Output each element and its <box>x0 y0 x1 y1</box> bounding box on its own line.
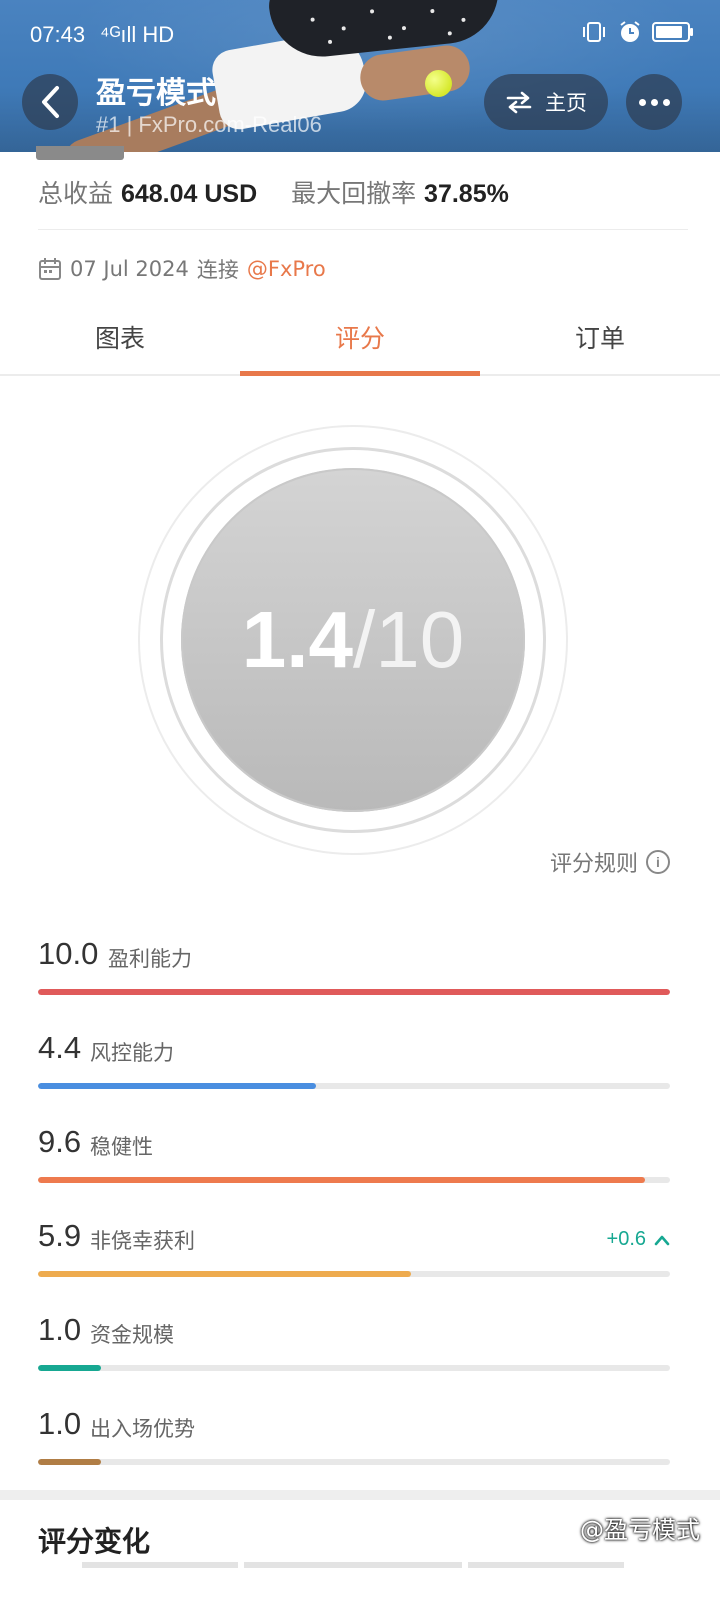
collapsed-score-chip <box>36 146 124 160</box>
connect-label: 连接 <box>196 258 239 282</box>
metric-bar-track <box>38 1459 670 1465</box>
more-dots-icon <box>638 98 646 106</box>
more-button[interactable] <box>626 74 682 130</box>
metric-value: 10.0 <box>38 936 99 971</box>
info-icon: i <box>646 850 670 874</box>
connect-date: 07 Jul 2024 <box>70 257 189 281</box>
calendar-icon <box>39 258 61 280</box>
profit-value: 648.04 USD <box>120 180 258 208</box>
metric-bar-track <box>38 1083 670 1089</box>
metric-label: 风控能力 <box>90 1041 174 1065</box>
tennis-ball-icon <box>425 70 452 97</box>
score-change-tab[interactable] <box>244 1562 462 1568</box>
metric-bar-fill <box>38 989 670 995</box>
alarm-icon <box>620 21 640 42</box>
chevron-up-icon <box>654 1235 670 1245</box>
metric-delta-value: +0.6 <box>606 1228 646 1250</box>
score-change-tab[interactable] <box>468 1562 624 1568</box>
header-banner: 07:43 ⁴ᴳıll HD 盈亏模式 #1 | FxPro.com-Real0… <box>0 0 720 152</box>
metric-bar-fill <box>38 1271 411 1277</box>
score-display: 1.4/10 <box>181 468 525 812</box>
home-button[interactable]: 主页 <box>484 74 608 130</box>
metric-stability: 9.6 稳健性 <box>38 1124 670 1194</box>
back-arrow-icon <box>42 86 59 118</box>
watermark: @盈亏模式 <box>580 1516 700 1544</box>
metric-label: 非侥幸获利 <box>90 1229 195 1253</box>
vibrate-icon <box>583 22 605 42</box>
divider <box>38 229 688 230</box>
drawdown-value: 37.85% <box>424 180 509 208</box>
metric-value: 9.6 <box>38 1124 82 1159</box>
status-time: 07:43 <box>30 22 86 47</box>
score-rules-link[interactable]: 评分规则 i <box>550 846 670 878</box>
swap-arrows-icon <box>506 91 532 114</box>
section-separator <box>0 1490 720 1500</box>
metric-risk-control: 4.4 风控能力 <box>38 1030 670 1100</box>
metric-delta: +0.6 <box>607 1228 670 1251</box>
metric-capital-size: 1.0 资金规模 <box>38 1312 670 1382</box>
status-signal: ⁴ᴳıll HD <box>100 22 175 47</box>
metric-bar-fill <box>38 1365 102 1371</box>
tab-chart[interactable]: 图表 <box>0 300 240 374</box>
metric-label: 出入场优势 <box>90 1417 195 1441</box>
profit-label: 总收益 <box>38 179 114 208</box>
metric-bar-fill <box>38 1177 645 1183</box>
metric-bar-track <box>38 1365 670 1371</box>
metric-profitability: 10.0 盈利能力 <box>38 936 670 1006</box>
score-change-tabs <box>82 1562 624 1568</box>
metric-value: 4.4 <box>38 1030 82 1065</box>
tab-orders[interactable]: 订单 <box>480 300 720 374</box>
tab-bar: 图表 评分 订单 <box>0 300 720 376</box>
metric-label: 稳健性 <box>90 1135 153 1159</box>
score-value: 1.4 <box>241 595 353 684</box>
metric-value: 1.0 <box>38 1406 82 1441</box>
status-bar: 07:43 ⁴ᴳıll HD <box>0 0 720 72</box>
metric-value: 1.0 <box>38 1312 82 1347</box>
metric-label: 资金规模 <box>90 1323 174 1347</box>
metric-bar-track <box>38 1177 670 1183</box>
score-rules-label: 评分规则 <box>549 852 638 877</box>
account-subtitle: #1 | FxPro.com-Real06 <box>96 112 322 137</box>
metric-bar-track <box>38 1271 670 1277</box>
home-button-label: 主页 <box>545 91 587 115</box>
score-max: /10 <box>353 595 465 684</box>
metric-bar-fill <box>38 1459 102 1465</box>
back-button[interactable] <box>22 74 78 130</box>
metric-entry-exit-advantage: 1.0 出入场优势 <box>38 1406 670 1476</box>
broker-link[interactable]: @FxPro <box>247 257 326 281</box>
summary-stats: 总收益 648.04 USD 最大回撤率 37.85% <box>38 174 509 210</box>
battery-icon <box>652 22 693 42</box>
metric-non-luck-profit: 5.9 非侥幸获利 +0.6 <box>38 1218 670 1288</box>
connection-info: 07 Jul 2024 连接 @FxPro <box>38 254 326 284</box>
metric-label: 盈利能力 <box>108 947 192 971</box>
status-icons <box>580 20 693 44</box>
metric-bar-fill <box>38 1083 317 1089</box>
score-change-title: 评分变化 <box>38 1525 151 1558</box>
page-title: 盈亏模式 <box>96 77 216 110</box>
metric-bar-track <box>38 989 670 995</box>
drawdown-label: 最大回撤率 <box>291 179 417 208</box>
metric-value: 5.9 <box>38 1218 82 1253</box>
score-change-tab[interactable] <box>82 1562 238 1568</box>
tab-score[interactable]: 评分 <box>240 300 480 376</box>
